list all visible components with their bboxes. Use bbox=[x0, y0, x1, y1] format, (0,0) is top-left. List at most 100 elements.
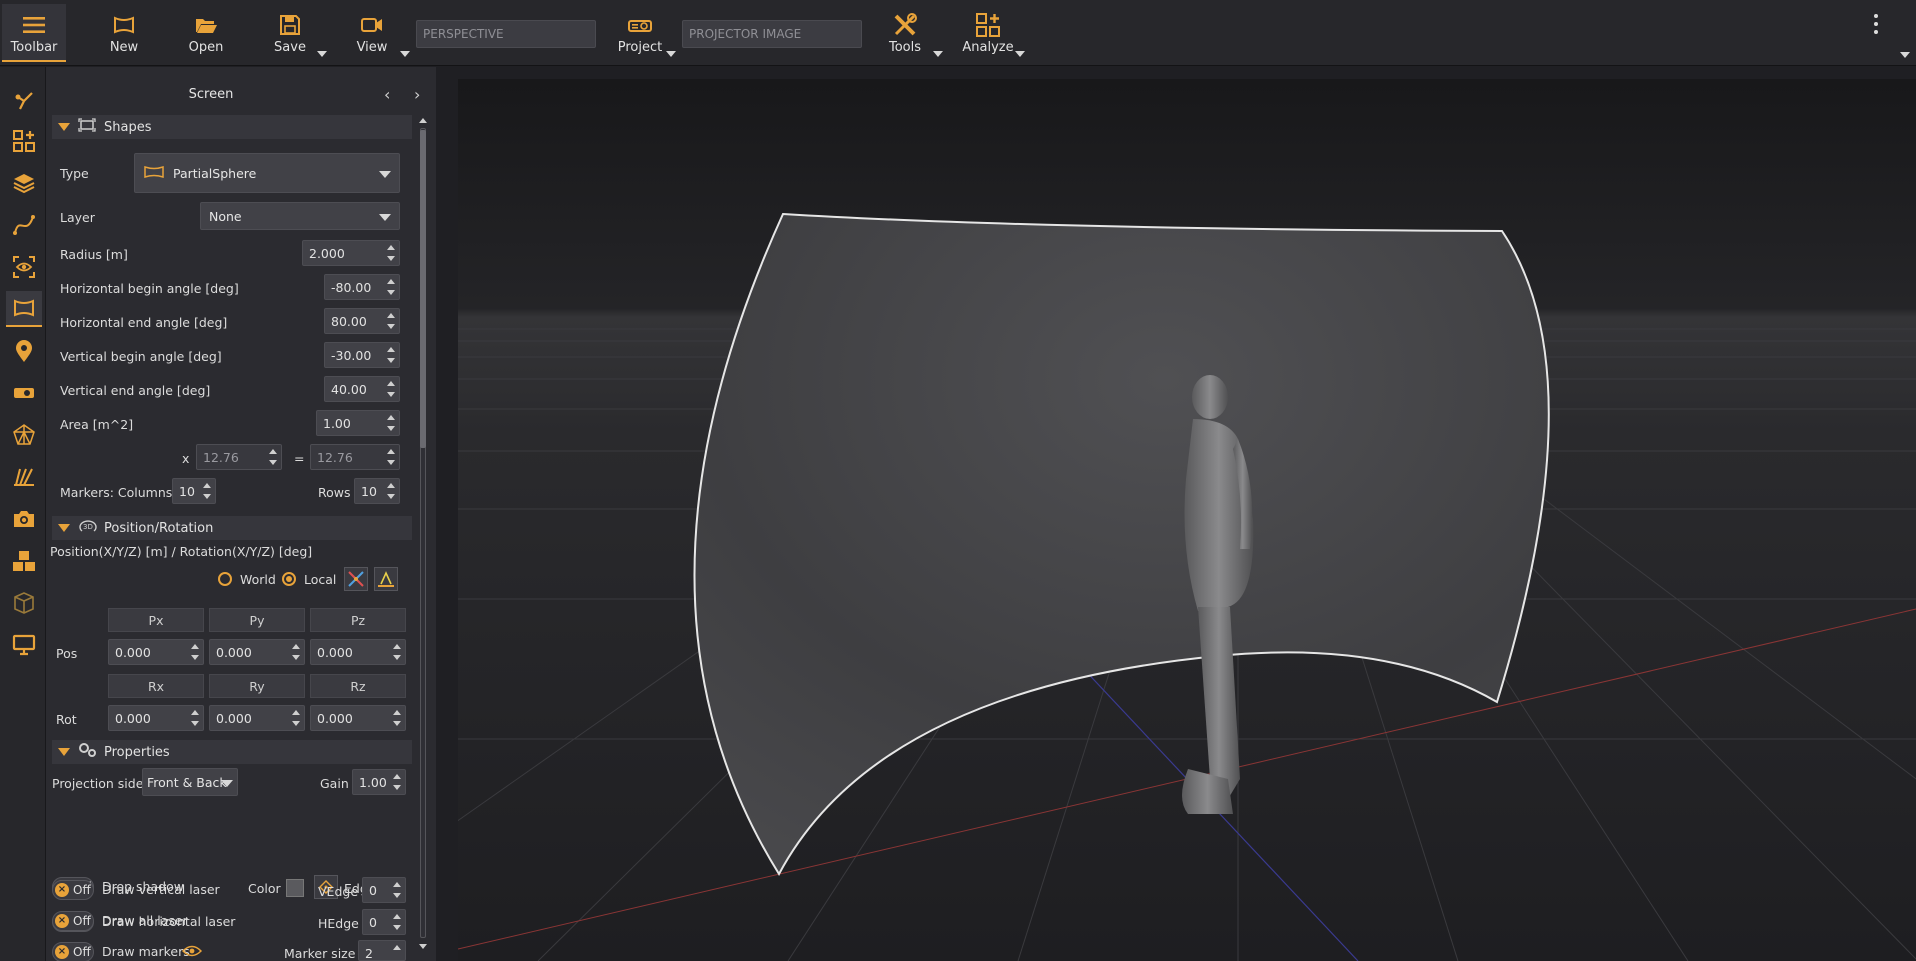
ry-header: Ry bbox=[209, 674, 305, 698]
screen-shape-icon[interactable] bbox=[6, 291, 42, 327]
projector-image-field[interactable]: PROJECTOR IMAGE bbox=[682, 20, 862, 48]
rot-z-spinbox[interactable]: 0.000 bbox=[310, 705, 406, 731]
eye-focus-icon[interactable] bbox=[6, 249, 42, 285]
layers-icon[interactable] bbox=[6, 165, 42, 201]
new-button[interactable]: New bbox=[96, 4, 152, 62]
toolbar-button[interactable]: Toolbar bbox=[2, 4, 66, 62]
pos-x-spinbox[interactable]: 0.000 bbox=[108, 639, 204, 665]
area-spinbox[interactable]: 1.00 bbox=[316, 410, 400, 436]
location-pin-icon[interactable] bbox=[6, 333, 42, 369]
project-dropdown-caret-icon[interactable] bbox=[666, 51, 676, 57]
axis-gizmo-button[interactable] bbox=[344, 567, 368, 591]
scroll-down-icon[interactable] bbox=[419, 944, 427, 949]
off-x-icon: × bbox=[55, 883, 69, 897]
projector-list-icon[interactable] bbox=[6, 375, 42, 411]
pointer-tool-icon[interactable] bbox=[6, 81, 42, 117]
view-dropdown-caret-icon[interactable] bbox=[400, 51, 410, 57]
gain-label: Gain bbox=[320, 776, 349, 791]
draw-markers-toggle[interactable]: × Off bbox=[52, 942, 94, 961]
gain-spinbox[interactable]: 1.00 bbox=[352, 769, 406, 795]
tools-button[interactable]: Tools bbox=[877, 4, 933, 62]
area-x-spinbox[interactable]: 12.76 bbox=[196, 444, 282, 470]
curve-icon[interactable] bbox=[6, 207, 42, 243]
app-window: Toolbar New Open Save View PERSPECTIVE P… bbox=[0, 0, 1916, 961]
toggle-state: Off bbox=[73, 945, 91, 959]
blend-icon[interactable] bbox=[6, 585, 42, 621]
open-button[interactable]: Open bbox=[178, 4, 234, 62]
equals-label: = bbox=[294, 451, 305, 466]
rot-y-value: 0.000 bbox=[216, 711, 252, 726]
layer-select[interactable]: None bbox=[200, 202, 400, 230]
h-begin-spinbox[interactable]: -80.00 bbox=[324, 274, 400, 300]
v-begin-spinbox[interactable]: -30.00 bbox=[324, 342, 400, 368]
pivot-button[interactable] bbox=[374, 567, 398, 591]
columns-spinbox[interactable]: 10 bbox=[172, 478, 216, 504]
rows-label: Rows bbox=[318, 485, 351, 500]
v-end-value: 40.00 bbox=[331, 382, 367, 397]
rot-x-value: 0.000 bbox=[115, 711, 151, 726]
columns-value: 10 bbox=[179, 484, 195, 499]
marker-size-spinbox[interactable]: 2 bbox=[358, 940, 406, 961]
v-end-label: Vertical end angle [deg] bbox=[60, 383, 211, 398]
partial-sphere-icon bbox=[143, 165, 165, 182]
analyze-dropdown-caret-icon[interactable] bbox=[1015, 51, 1025, 57]
chevron-left-icon[interactable]: ‹ bbox=[384, 85, 390, 104]
viewport-scene bbox=[458, 79, 1916, 961]
laser-icon[interactable] bbox=[6, 459, 42, 495]
tools-dropdown-caret-icon[interactable] bbox=[933, 51, 943, 57]
draw-vertical-laser-toggle[interactable]: × Off bbox=[52, 880, 94, 900]
color-label: Color bbox=[248, 881, 281, 896]
projection-side-select[interactable]: Front & Back bbox=[142, 768, 238, 796]
color-swatch[interactable] bbox=[286, 879, 304, 897]
position-section-header[interactable]: 3D Position/Rotation bbox=[52, 516, 412, 540]
draw-horizontal-laser-label: Draw horizontal laser bbox=[102, 914, 236, 929]
rot-z-value: 0.000 bbox=[317, 711, 353, 726]
camera-icon[interactable] bbox=[6, 501, 42, 537]
panel-scrollbar[interactable] bbox=[418, 118, 428, 949]
add-object-icon[interactable] bbox=[6, 123, 42, 159]
main-toolbar: Toolbar New Open Save View PERSPECTIVE P… bbox=[0, 0, 1916, 66]
edge-mode-button[interactable] bbox=[314, 875, 338, 899]
scroll-up-icon[interactable] bbox=[419, 118, 427, 123]
collapse-triangle-icon bbox=[58, 123, 70, 131]
monitor-icon[interactable] bbox=[6, 627, 42, 663]
local-label: Local bbox=[304, 572, 337, 587]
objects-icon[interactable] bbox=[6, 543, 42, 579]
project-button[interactable]: Project bbox=[612, 4, 668, 62]
view-button[interactable]: View bbox=[344, 4, 400, 62]
mesh-icon[interactable] bbox=[6, 417, 42, 453]
shapes-section-header[interactable]: Shapes bbox=[52, 115, 412, 139]
analyze-button[interactable]: Analyze bbox=[960, 4, 1016, 62]
perspective-field[interactable]: PERSPECTIVE bbox=[416, 20, 596, 48]
save-button[interactable]: Save bbox=[262, 4, 318, 62]
area-eq-spinbox[interactable]: 12.76 bbox=[310, 444, 400, 470]
left-icon-bar bbox=[0, 67, 46, 961]
vedge-spinbox[interactable]: 0 bbox=[362, 877, 406, 903]
3d-viewport[interactable] bbox=[458, 79, 1916, 961]
hedge-spinbox[interactable]: 0 bbox=[362, 909, 406, 935]
more-options-icon[interactable] bbox=[1872, 14, 1880, 38]
type-select[interactable]: PartialSphere bbox=[134, 153, 400, 193]
h-end-spinbox[interactable]: 80.00 bbox=[324, 308, 400, 334]
pos-z-spinbox[interactable]: 0.000 bbox=[310, 639, 406, 665]
world-label: World bbox=[240, 572, 276, 587]
save-dropdown-caret-icon[interactable] bbox=[317, 51, 327, 57]
pivot-icon bbox=[375, 571, 397, 594]
v-end-spinbox[interactable]: 40.00 bbox=[324, 376, 400, 402]
world-radio[interactable] bbox=[218, 572, 232, 586]
properties-section-header[interactable]: Properties bbox=[52, 740, 412, 764]
rot-x-spinbox[interactable]: 0.000 bbox=[108, 705, 204, 731]
rot-y-spinbox[interactable]: 0.000 bbox=[209, 705, 305, 731]
pos-y-value: 0.000 bbox=[216, 645, 252, 660]
x-label: x bbox=[182, 451, 190, 466]
scrollbar-thumb[interactable] bbox=[420, 130, 426, 448]
chevron-right-icon[interactable]: › bbox=[414, 85, 420, 104]
local-radio[interactable] bbox=[282, 572, 296, 586]
pos-y-spinbox[interactable]: 0.000 bbox=[209, 639, 305, 665]
draw-all-laser-toggle[interactable]: × Off bbox=[52, 911, 94, 931]
rows-spinbox[interactable]: 10 bbox=[354, 478, 400, 504]
toolbar-collapse-caret-icon[interactable] bbox=[1900, 52, 1910, 58]
view-button-label: View bbox=[356, 40, 388, 55]
project-button-label: Project bbox=[617, 40, 663, 55]
radius-spinbox[interactable]: 2.000 bbox=[302, 240, 400, 266]
